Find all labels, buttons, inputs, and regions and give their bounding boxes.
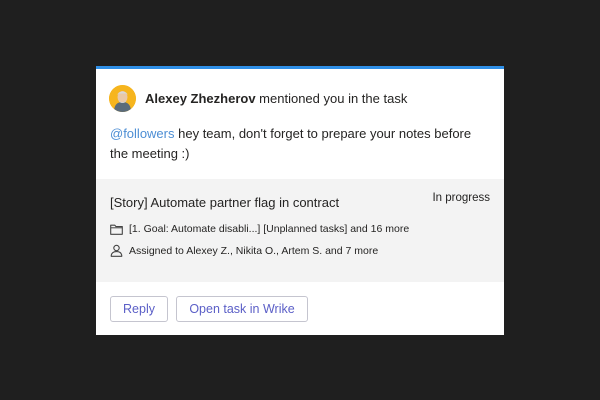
task-assignees-row: Assigned to Alexey Z., Nikita O., Artem … [110,244,378,257]
avatar [109,84,136,112]
task-folders: [1. Goal: Automate disabli...] [Unplanne… [129,223,410,235]
task-folders-row: [1. Goal: Automate disabli...] [Unplanne… [110,223,409,235]
task-assignees: Assigned to Alexey Z., Nikita O., Artem … [129,244,379,257]
action-text: mentioned you in the task [259,90,408,106]
message-body: @followers hey team, don't forget to pre… [110,124,490,164]
card-header: Alexey Zhezherov mentioned you in the ta… [109,83,407,113]
task-title[interactable]: [Story] Automate partner flag in contrac… [110,195,339,210]
header-text: Alexey Zhezherov mentioned you in the ta… [145,91,407,106]
folder-icon [110,224,123,235]
task-panel[interactable]: [Story] Automate partner flag in contrac… [96,179,504,282]
person-icon [110,244,123,257]
status-badge: In progress [432,192,490,204]
mention-link[interactable]: @followers [110,126,175,141]
author-name[interactable]: Alexey Zhezherov [145,91,256,106]
open-task-button[interactable]: Open task in Wrike [176,296,308,322]
notification-card: Alexey Zhezherov mentioned you in the ta… [96,66,504,335]
message-line2: the meeting :) [110,146,190,161]
message-line1: hey team, don't forget to prepare your n… [178,126,472,141]
reply-button[interactable]: Reply [110,296,168,322]
avatar-portrait [109,84,136,112]
